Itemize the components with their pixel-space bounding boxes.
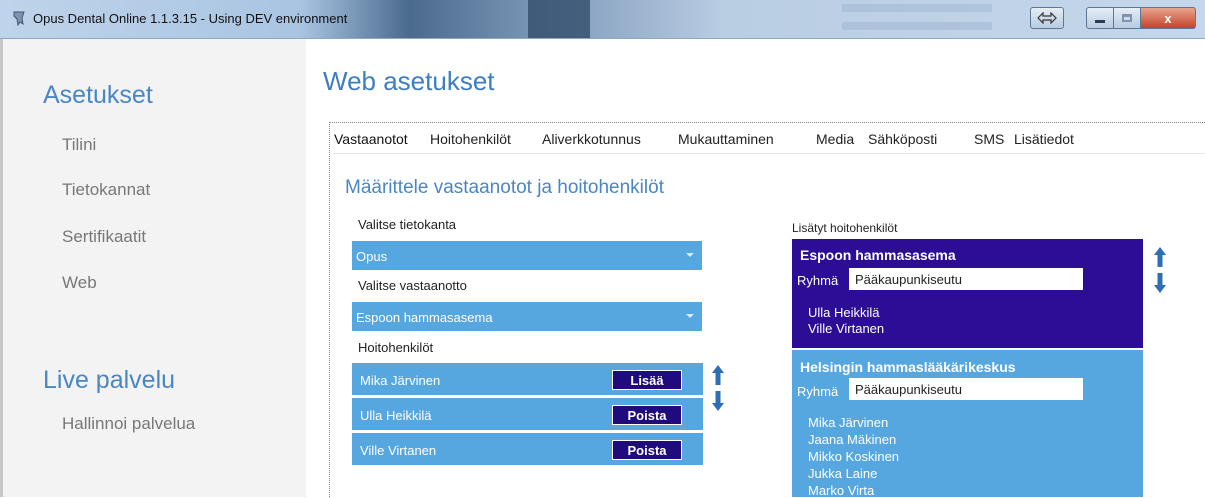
group-member: Jukka Laine	[808, 466, 878, 481]
settings-sidebar: Asetukset Tilini Tietokannat Sertifikaat…	[0, 39, 306, 497]
tab-sms[interactable]: SMS	[974, 131, 1004, 147]
section-title: Määrittele vastaanotot ja hoitohenkilöt	[345, 177, 664, 198]
chevron-down-icon	[686, 253, 694, 257]
arrow-up-icon[interactable]	[711, 364, 725, 386]
chevron-down-icon	[686, 314, 694, 318]
tab-staff[interactable]: Hoitohenkilöt	[430, 131, 511, 147]
group-field[interactable]	[849, 268, 1083, 290]
maximize-icon	[1122, 14, 1132, 22]
tab-media[interactable]: Media	[816, 131, 854, 147]
clinic-group-card[interactable]: Helsingin hammaslääkärikeskus Ryhmä Mika…	[792, 350, 1143, 498]
close-button[interactable]: x	[1140, 7, 1196, 29]
add-staff-button[interactable]: Lisää	[612, 370, 682, 390]
database-select-value: Opus	[356, 249, 388, 264]
clinic-group-title: Helsingin hammaslääkärikeskus	[800, 359, 1016, 375]
swap-arrows-icon	[1037, 12, 1057, 24]
clinic-select-value: Espoon hammasasema	[356, 310, 493, 325]
group-member: Ville Virtanen	[808, 321, 885, 336]
swap-window-button[interactable]	[1030, 7, 1064, 29]
remove-staff-button[interactable]: Poista	[612, 440, 682, 460]
database-label: Valitse tietokanta	[358, 217, 457, 232]
titlebar-background-decoration	[528, 0, 590, 38]
group-member: Mika Järvinen	[808, 415, 889, 430]
database-select[interactable]: Opus	[352, 241, 702, 270]
staff-name: Mika Järvinen	[360, 373, 441, 388]
arrow-down-icon[interactable]	[1153, 272, 1167, 294]
sidebar-item-databases[interactable]: Tietokannat	[62, 180, 150, 200]
staff-label: Hoitohenkilöt	[358, 340, 434, 355]
sidebar-item-manage-service[interactable]: Hallinnoi palvelua	[62, 414, 195, 434]
staff-row: Ville Virtanen Poista	[352, 433, 703, 465]
group-member: Mikko Koskinen	[808, 449, 900, 464]
added-staff-label: Lisätyt hoitohenkilöt	[792, 221, 898, 235]
sidebar-heading-settings: Asetukset	[43, 81, 153, 109]
group-label: Ryhmä	[797, 384, 839, 399]
maximize-button[interactable]	[1113, 7, 1141, 29]
staff-row: Ulla Heikkilä Poista	[352, 398, 703, 430]
tab-email[interactable]: Sähköposti	[868, 131, 937, 147]
arrow-up-icon[interactable]	[1153, 246, 1167, 268]
close-icon: x	[1164, 10, 1172, 26]
staff-name: Ville Virtanen	[360, 443, 437, 458]
clinic-select[interactable]: Espoon hammasasema	[352, 302, 702, 331]
group-member: Marko Virta	[808, 483, 875, 498]
remove-staff-button[interactable]: Poista	[612, 405, 682, 425]
arrow-down-icon[interactable]	[711, 390, 725, 412]
staff-row: Mika Järvinen Lisää	[352, 363, 703, 395]
tab-divider	[333, 153, 1205, 154]
group-member: Ulla Heikkilä	[808, 305, 880, 320]
tab-additional-info[interactable]: Lisätiedot	[1014, 131, 1074, 147]
minimize-icon	[1095, 19, 1105, 23]
clinic-label: Valitse vastaanotto	[358, 278, 467, 293]
minimize-button[interactable]	[1086, 7, 1114, 29]
app-icon	[13, 11, 25, 26]
sidebar-item-account[interactable]: Tilini	[62, 135, 96, 155]
clinic-group-title: Espoon hammasasema	[800, 247, 956, 263]
group-field[interactable]	[849, 378, 1083, 400]
group-member: Jaana Mäkinen	[808, 432, 897, 447]
sidebar-item-certificates[interactable]: Sertifikaatit	[62, 227, 146, 247]
clinic-group-card[interactable]: Espoon hammasasema Ryhmä Ulla Heikkilä V…	[792, 239, 1143, 348]
window-title: Opus Dental Online 1.1.3.15 - Using DEV …	[33, 11, 348, 26]
sidebar-item-web[interactable]: Web	[62, 273, 97, 293]
group-label: Ryhmä	[797, 273, 839, 288]
sidebar-heading-live-service: Live palvelu	[43, 366, 176, 394]
page-title: Web asetukset	[323, 66, 495, 96]
window-titlebar: Opus Dental Online 1.1.3.15 - Using DEV …	[0, 0, 1205, 39]
tab-clinics[interactable]: Vastaanotot	[334, 131, 408, 147]
staff-name: Ulla Heikkilä	[360, 408, 432, 423]
tab-subdomain[interactable]: Aliverkkotunnus	[542, 131, 641, 147]
titlebar-background-items	[822, 0, 1007, 38]
tab-customization[interactable]: Mukauttaminen	[678, 131, 774, 147]
